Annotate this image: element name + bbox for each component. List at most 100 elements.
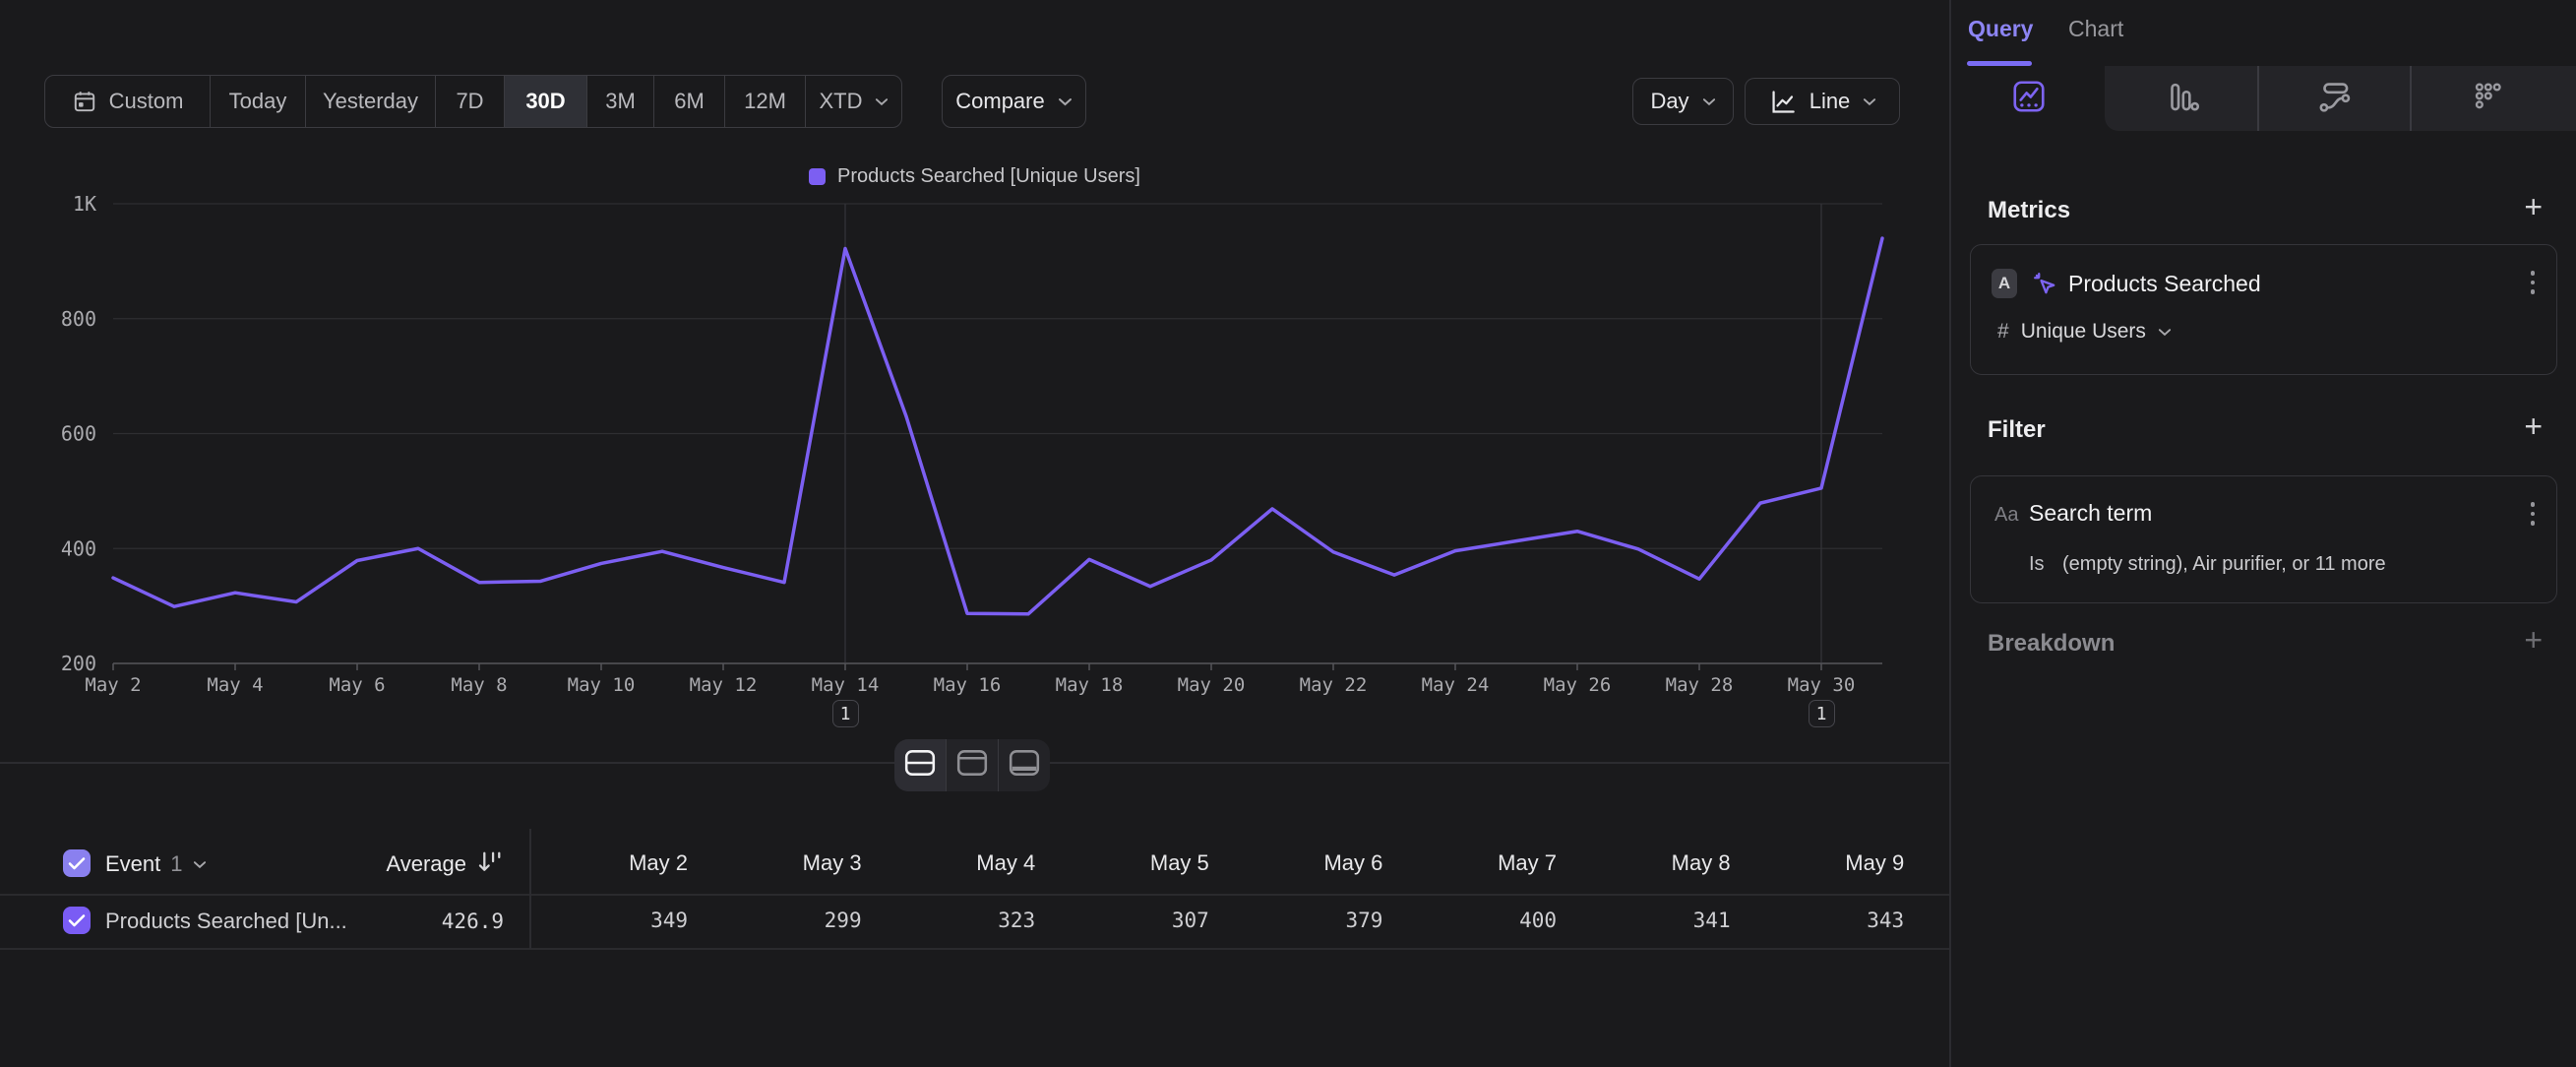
compare-label: Compare xyxy=(955,89,1044,114)
top-panel-icon xyxy=(955,748,989,783)
top-panel-toggle[interactable] xyxy=(946,739,998,791)
average-label: Average xyxy=(386,851,466,877)
svg-text:May 8: May 8 xyxy=(451,674,507,696)
tab-query[interactable]: Query xyxy=(1968,16,2033,42)
date-range-control: CustomTodayYesterday7D30D3M6M12MXTD xyxy=(44,75,902,128)
svg-text:May 4: May 4 xyxy=(207,674,263,696)
date-column-header[interactable]: May 7 xyxy=(1398,850,1572,876)
legend-label: Products Searched [Unique Users] xyxy=(837,165,1140,188)
bottom-panel-toggle[interactable] xyxy=(998,739,1050,791)
metric-event-name[interactable]: Products Searched xyxy=(2068,271,2261,297)
date-column-header[interactable]: May 3 xyxy=(704,850,878,876)
add-breakdown-button[interactable]: + xyxy=(2524,624,2543,656)
svg-text:May 22: May 22 xyxy=(1300,674,1368,696)
chart-type-button[interactable]: Line xyxy=(1745,78,1900,125)
date-column-header[interactable]: May 6 xyxy=(1224,850,1398,876)
add-filter-button[interactable]: + xyxy=(2524,410,2543,442)
filter-value[interactable]: (empty string), Air purifier, or 11 more xyxy=(2062,553,2386,576)
kebab-menu-icon[interactable] xyxy=(2531,502,2536,526)
average-column-header[interactable]: Average xyxy=(0,850,466,878)
svg-text:1K: 1K xyxy=(73,192,96,216)
split-view-icon xyxy=(903,748,937,783)
svg-text:May 24: May 24 xyxy=(1422,674,1490,696)
chevron-down-icon xyxy=(875,97,889,106)
range-yesterday[interactable]: Yesterday xyxy=(306,76,436,127)
range-12m[interactable]: 12M xyxy=(725,76,806,127)
range-today[interactable]: Today xyxy=(211,76,306,127)
svg-text:200: 200 xyxy=(61,652,96,675)
view-tab-retention[interactable] xyxy=(2410,66,2562,131)
tab-chart[interactable]: Chart xyxy=(2068,16,2123,42)
range-7d[interactable]: 7D xyxy=(436,76,505,127)
date-column-header[interactable]: May 9 xyxy=(1746,850,1920,876)
range-6m[interactable]: 6M xyxy=(654,76,725,127)
bar-chart-icon xyxy=(2163,78,2200,120)
date-column-header[interactable]: May 5 xyxy=(1051,850,1225,876)
view-tab-flow[interactable] xyxy=(2257,66,2410,131)
metric-card[interactable]: A Products Searched # Unique Users xyxy=(1970,244,2557,375)
flow-icon xyxy=(2315,78,2353,120)
date-column-header[interactable]: May 4 xyxy=(877,850,1051,876)
table-divider xyxy=(0,948,1949,950)
line-chart-icon xyxy=(1768,88,1797,116)
granularity-button[interactable]: Day xyxy=(1632,78,1734,125)
svg-text:May 14: May 14 xyxy=(812,674,880,696)
date-column-value: 299 xyxy=(704,909,878,932)
date-column-value: 379 xyxy=(1224,909,1398,932)
svg-text:May 2: May 2 xyxy=(85,674,141,696)
date-column-value: 343 xyxy=(1746,909,1920,932)
chart-canvas: 200 400 600 800 1K May 2 May 4 May 6 May 8 May 10… xyxy=(0,187,1949,714)
annotation-chip[interactable]: 1 xyxy=(832,700,859,727)
calendar-icon xyxy=(72,89,97,114)
date-column-value: 341 xyxy=(1572,909,1747,932)
add-metric-button[interactable]: + xyxy=(2524,191,2543,222)
date-column-value: 400 xyxy=(1398,909,1572,932)
aggregation-selector[interactable]: # Unique Users xyxy=(1997,320,2172,344)
svg-text:400: 400 xyxy=(61,536,96,560)
granularity-label: Day xyxy=(1650,89,1688,114)
click-event-icon xyxy=(2030,269,2059,303)
line-chart[interactable]: 200 400 600 800 1K May 2 May 4 May 6 May 8 May 10… xyxy=(0,187,1949,738)
svg-text:May 18: May 18 xyxy=(1056,674,1124,696)
query-sidebar: Query Chart Metrics + A Products Searche… xyxy=(1951,0,2576,1067)
text-property-icon: Aa xyxy=(1994,504,2018,527)
metrics-heading: Metrics xyxy=(1988,197,2070,224)
chevron-down-icon xyxy=(1058,97,1073,106)
legend-swatch xyxy=(809,168,826,185)
insights-icon xyxy=(2010,78,2048,120)
compare-button[interactable]: Compare xyxy=(942,75,1086,128)
svg-text:May 6: May 6 xyxy=(329,674,385,696)
layout-toggle xyxy=(894,739,1050,791)
range-3m[interactable]: 3M xyxy=(587,76,654,127)
annotation-chip[interactable]: 1 xyxy=(1809,700,1835,727)
date-column-value: 349 xyxy=(529,909,704,932)
svg-text:May 10: May 10 xyxy=(568,674,636,696)
split-view-toggle[interactable] xyxy=(894,739,946,791)
hash-icon: # xyxy=(1997,320,2009,344)
svg-text:May 26: May 26 xyxy=(1544,674,1612,696)
svg-text:May 30: May 30 xyxy=(1788,674,1856,696)
breakdown-heading: Breakdown xyxy=(1988,630,2115,658)
sort-descending-icon[interactable] xyxy=(475,848,506,881)
chart-type-label: Line xyxy=(1809,89,1851,114)
date-column-header[interactable]: May 2 xyxy=(529,850,704,876)
view-tab-bar-chart[interactable] xyxy=(2105,66,2257,131)
filter-property-name[interactable]: Search term xyxy=(2029,500,2152,527)
bottom-panel-icon xyxy=(1008,748,1041,783)
filter-operator[interactable]: Is xyxy=(2029,553,2045,576)
average-value: 426.9 xyxy=(0,908,504,935)
chevron-down-icon xyxy=(2158,328,2172,337)
view-tab-insights[interactable] xyxy=(1952,66,2105,131)
kebab-menu-icon[interactable] xyxy=(2531,271,2536,294)
date-column-header[interactable]: May 8 xyxy=(1572,850,1747,876)
svg-text:800: 800 xyxy=(61,307,96,331)
range-xtd[interactable]: XTD xyxy=(806,76,901,127)
svg-text:600: 600 xyxy=(61,422,96,446)
retention-icon xyxy=(2468,78,2505,120)
range-custom[interactable]: Custom xyxy=(45,76,211,127)
filter-heading: Filter xyxy=(1988,416,2046,444)
range-30d[interactable]: 30D xyxy=(505,76,587,127)
date-column-value: 307 xyxy=(1051,909,1225,932)
svg-text:May 16: May 16 xyxy=(934,674,1002,696)
filter-card[interactable]: Aa Search term Is (empty string), Air pu… xyxy=(1970,475,2557,603)
